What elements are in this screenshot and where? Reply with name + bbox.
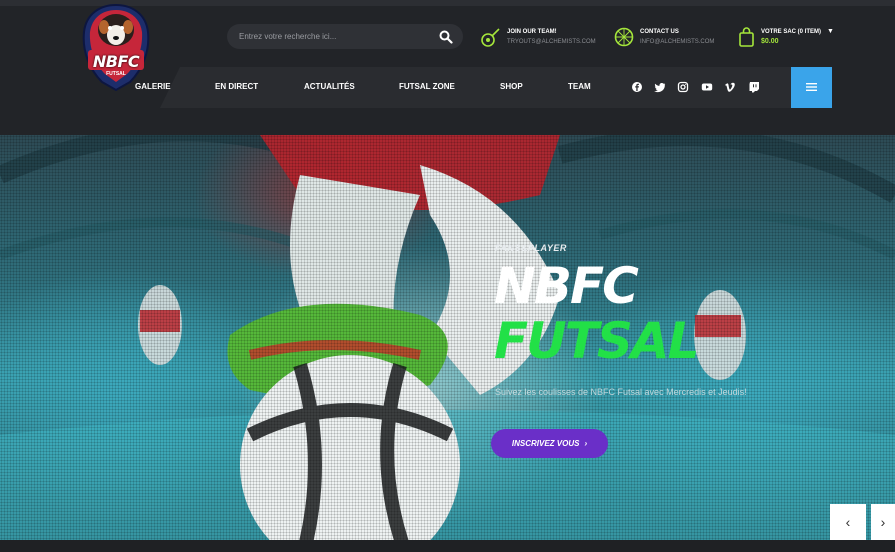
chevron-right-icon: ›	[880, 514, 886, 530]
join-team-info[interactable]: JOIN OUR TEAM! TRYOUTS@ALCHEMISTS.COM	[480, 26, 600, 52]
search-input[interactable]	[239, 24, 429, 49]
nav-item-shop[interactable]: SHOP	[500, 82, 523, 91]
hero-pretitle: FANS&PLAYER	[495, 243, 567, 253]
menu-button[interactable]	[791, 67, 832, 108]
twitter-icon[interactable]	[654, 81, 666, 93]
cart-total: $0.00	[761, 38, 779, 45]
shopping-bag-icon	[739, 27, 754, 47]
hero-slider: FANS&PLAYER NBFC FUTSAL Suivez les couli…	[0, 135, 895, 540]
nav-item-actualites[interactable]: ACTUALITÉS	[304, 82, 355, 91]
nav-item-team[interactable]: TEAM	[568, 82, 591, 91]
hamburger-icon	[806, 83, 817, 91]
nav-item-en-direct[interactable]: EN DIRECT	[215, 82, 258, 91]
whistle-icon	[481, 28, 500, 47]
youtube-icon[interactable]	[701, 81, 713, 93]
contact-info[interactable]: CONTACT US INFO@ALCHEMISTS.COM	[613, 26, 723, 52]
search-bar	[227, 24, 463, 49]
cart-title: VOTRE SAC (0 ITEM)	[761, 29, 822, 35]
twitch-icon[interactable]	[748, 81, 760, 93]
main-nav: GALERIE EN DIRECT ACTUALITÉS FUTSAL ZONE…	[0, 67, 895, 108]
page-bottom-strip	[0, 540, 895, 552]
ball-icon	[614, 27, 634, 47]
join-team-title: JOIN OUR TEAM!	[507, 29, 557, 35]
chevron-left-icon: ‹	[845, 514, 851, 530]
signup-button[interactable]: INSCRIVEZ VOUS ›	[491, 429, 608, 458]
chevron-down-icon[interactable]: ▼	[827, 28, 834, 35]
hero-title-line2: FUTSAL	[494, 312, 699, 370]
slider-next-button[interactable]: ›	[871, 504, 895, 540]
signup-button-label: INSCRIVEZ VOUS	[511, 439, 580, 448]
contact-title: CONTACT US	[640, 29, 679, 35]
cart-widget[interactable]: VOTRE SAC (0 ITEM) $0.00 ▼	[736, 26, 846, 52]
facebook-icon[interactable]	[631, 81, 643, 93]
nav-item-futsal-zone[interactable]: FUTSAL ZONE	[399, 82, 455, 91]
search-icon[interactable]	[439, 30, 453, 44]
contact-email: INFO@ALCHEMISTS.COM	[640, 39, 715, 45]
instagram-icon[interactable]	[677, 81, 689, 93]
vimeo-icon[interactable]	[724, 81, 736, 93]
join-team-email: TRYOUTS@ALCHEMISTS.COM	[507, 39, 596, 45]
nav-item-galerie[interactable]: GALERIE	[135, 82, 171, 91]
slider-prev-button[interactable]: ‹	[830, 504, 866, 540]
hero-description: Suivez les coulisses de NBFC Futsal avec…	[495, 387, 747, 397]
chevron-right-icon: ›	[584, 439, 588, 448]
hero-dot-overlay	[0, 135, 895, 540]
hero-title-line1: NBFC	[494, 257, 639, 315]
